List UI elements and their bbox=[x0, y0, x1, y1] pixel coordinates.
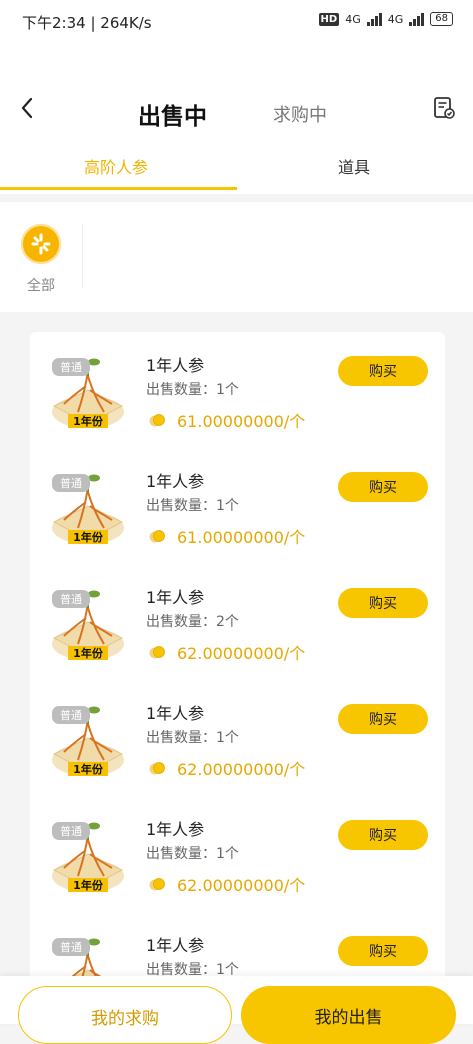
item-name: 1年人参 bbox=[146, 588, 205, 607]
listing-row: 1年份 普通 1年人参 出售数量：1个 61.00000000/个 购买 bbox=[30, 448, 445, 564]
year-label: 1年份 bbox=[73, 878, 104, 892]
listing-card: 1年份 普通 1年人参 出售数量：1个 61.00000000/个 购买 1年份… bbox=[30, 332, 445, 1024]
rarity-badge: 普通 bbox=[52, 822, 90, 840]
year-label: 1年份 bbox=[73, 762, 104, 776]
status-time: 下午2:34 | 264K/s bbox=[22, 14, 152, 32]
item-price: 62.00000000/个 bbox=[177, 760, 306, 779]
subtab-props[interactable]: 道具 bbox=[338, 154, 370, 178]
rarity-badge: 普通 bbox=[52, 474, 90, 492]
tab-selling[interactable]: 出售中 bbox=[138, 97, 207, 131]
all-category-icon[interactable] bbox=[21, 224, 61, 264]
category-divider bbox=[82, 224, 83, 288]
coin-icon bbox=[149, 878, 165, 891]
listing-row: 1年份 普通 1年人参 出售数量：1个 62.00000000/个 购买 bbox=[30, 680, 445, 796]
item-price: 61.00000000/个 bbox=[177, 528, 306, 547]
item-name: 1年人参 bbox=[146, 820, 205, 839]
rarity-badge: 普通 bbox=[52, 706, 90, 724]
coin-icon bbox=[149, 646, 165, 659]
bottom-bar: 我的求购 我的出售 bbox=[0, 976, 473, 1044]
status-bar: 下午2:34 | 264K/s HD 4G 4G 68 bbox=[0, 0, 473, 44]
my-sales-button[interactable]: 我的出售 bbox=[241, 986, 456, 1044]
buy-button[interactable]: 购买 bbox=[338, 588, 428, 618]
item-price: 62.00000000/个 bbox=[177, 876, 306, 895]
listing-row: 1年份 普通 1年人参 出售数量：2个 62.00000000/个 购买 bbox=[30, 564, 445, 680]
item-price: 61.00000000/个 bbox=[177, 412, 306, 431]
my-requests-button[interactable]: 我的求购 bbox=[18, 986, 232, 1044]
signal-icon-2 bbox=[409, 12, 425, 26]
hd-icon: HD bbox=[318, 12, 340, 26]
item-name: 1年人参 bbox=[146, 936, 205, 955]
status-icons: HD 4G 4G 68 bbox=[318, 12, 453, 26]
battery-icon: 68 bbox=[430, 12, 453, 26]
item-quantity: 出售数量：1个 bbox=[146, 730, 239, 746]
rarity-badge: 普通 bbox=[52, 358, 90, 376]
year-label: 1年份 bbox=[73, 530, 104, 544]
signal-icon bbox=[366, 12, 382, 26]
item-quantity: 出售数量：1个 bbox=[146, 382, 239, 398]
coin-icon bbox=[149, 530, 165, 543]
item-name: 1年人参 bbox=[146, 704, 205, 723]
subtab-ginseng[interactable]: 高阶人参 bbox=[84, 154, 148, 178]
item-quantity: 出售数量：2个 bbox=[146, 614, 239, 630]
tab-buying[interactable]: 求购中 bbox=[273, 101, 327, 127]
buy-button[interactable]: 购买 bbox=[338, 356, 428, 386]
year-label: 1年份 bbox=[73, 646, 104, 660]
item-quantity: 出售数量：1个 bbox=[146, 846, 239, 862]
buy-button[interactable]: 购买 bbox=[338, 472, 428, 502]
rarity-badge: 普通 bbox=[52, 590, 90, 608]
item-name: 1年人参 bbox=[146, 472, 205, 491]
item-price: 62.00000000/个 bbox=[177, 644, 306, 663]
year-label: 1年份 bbox=[73, 414, 104, 428]
item-name: 1年人参 bbox=[146, 356, 205, 375]
header: 出售中 求购中 高阶人参 道具 bbox=[0, 44, 473, 194]
order-list-icon[interactable] bbox=[432, 96, 456, 120]
active-subtab-indicator bbox=[0, 187, 237, 190]
network-label-2: 4G bbox=[387, 12, 404, 26]
listing-row: 1年份 普通 1年人参 出售数量：1个 62.00000000/个 购买 bbox=[30, 796, 445, 912]
buy-button[interactable]: 购买 bbox=[338, 704, 428, 734]
buy-button[interactable]: 购买 bbox=[338, 820, 428, 850]
network-label-1: 4G bbox=[345, 12, 361, 26]
coin-icon bbox=[149, 762, 165, 775]
category-panel: 全部 bbox=[0, 202, 473, 312]
coin-icon bbox=[149, 414, 165, 427]
item-quantity: 出售数量：1个 bbox=[146, 498, 239, 514]
back-arrow-icon[interactable] bbox=[16, 96, 40, 120]
buy-button[interactable]: 购买 bbox=[338, 936, 428, 966]
rarity-badge: 普通 bbox=[52, 938, 90, 956]
category-label-all: 全部 bbox=[27, 278, 55, 294]
listing-row: 1年份 普通 1年人参 出售数量：1个 61.00000000/个 购买 bbox=[30, 332, 445, 448]
